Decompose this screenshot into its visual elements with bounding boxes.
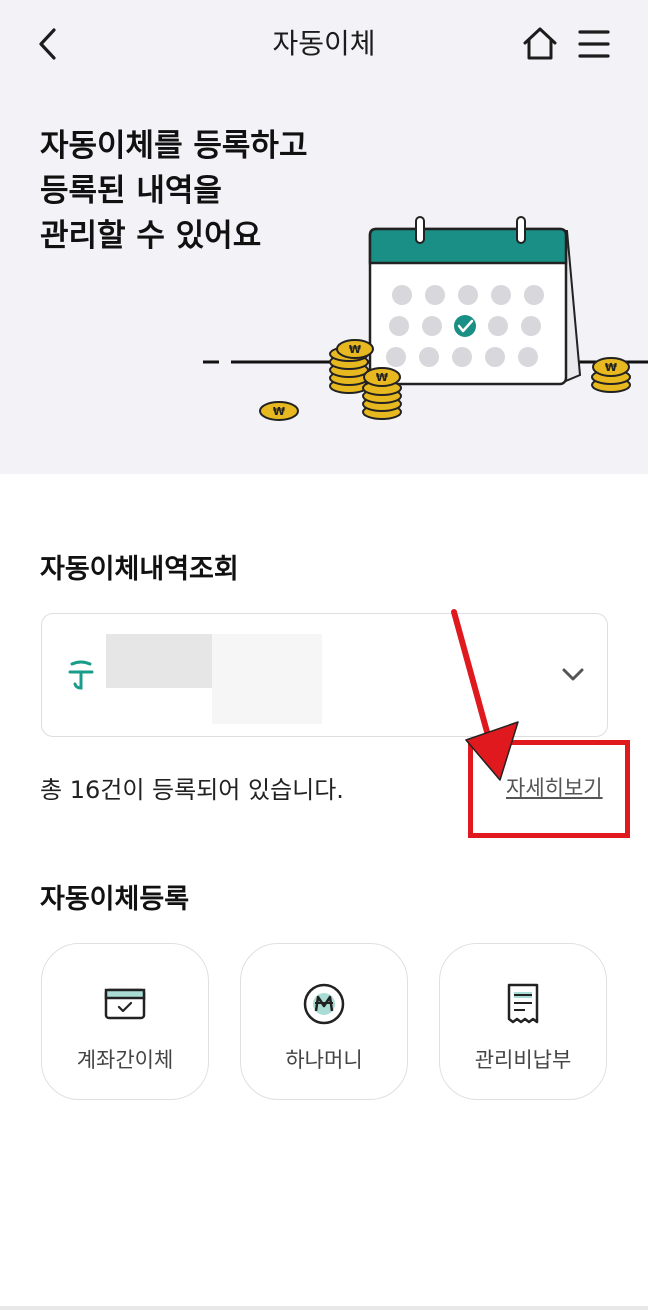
calendar-with-coins-illustration: ₩ ₩ ₩ ₩ xyxy=(203,216,648,421)
svg-text:₩: ₩ xyxy=(605,361,617,374)
inquiry-section-title: 자동이체내역조회 xyxy=(40,554,239,585)
account-transfer-label: 계좌간이체 xyxy=(76,1048,174,1072)
home-button[interactable] xyxy=(520,24,560,64)
home-icon xyxy=(523,27,557,60)
account-transfer-card[interactable]: 계좌간이체 xyxy=(41,943,209,1100)
bottom-divider xyxy=(0,1306,648,1310)
hana-bank-logo-icon xyxy=(68,660,94,690)
chevron-down-icon xyxy=(562,668,584,681)
top-bar: 자동이체 xyxy=(0,0,648,88)
registration-section-title: 자동이체등록 xyxy=(40,884,190,915)
hero-line-1: 자동이체를 등록하고 xyxy=(40,128,308,164)
receipt-icon xyxy=(507,983,539,1024)
svg-text:₩: ₩ xyxy=(376,371,388,384)
registered-count-text: 총 16건이 등록되어 있습니다. xyxy=(40,776,344,804)
hamburger-menu-icon xyxy=(578,30,610,58)
maintenance-fee-label: 관리비납부 xyxy=(474,1048,572,1072)
hana-money-card[interactable]: 하나머니 xyxy=(240,943,408,1100)
card-check-icon xyxy=(104,988,146,1020)
hana-money-coin-icon xyxy=(303,983,345,1025)
masked-account-number xyxy=(212,634,322,724)
svg-text:₩: ₩ xyxy=(273,405,285,418)
hana-money-label: 하나머니 xyxy=(285,1048,363,1072)
maintenance-fee-card[interactable]: 관리비납부 xyxy=(439,943,607,1100)
masked-account-name xyxy=(106,634,212,688)
menu-button[interactable] xyxy=(574,24,614,64)
annotation-arrow-icon xyxy=(451,609,519,781)
svg-text:₩: ₩ xyxy=(349,343,361,356)
